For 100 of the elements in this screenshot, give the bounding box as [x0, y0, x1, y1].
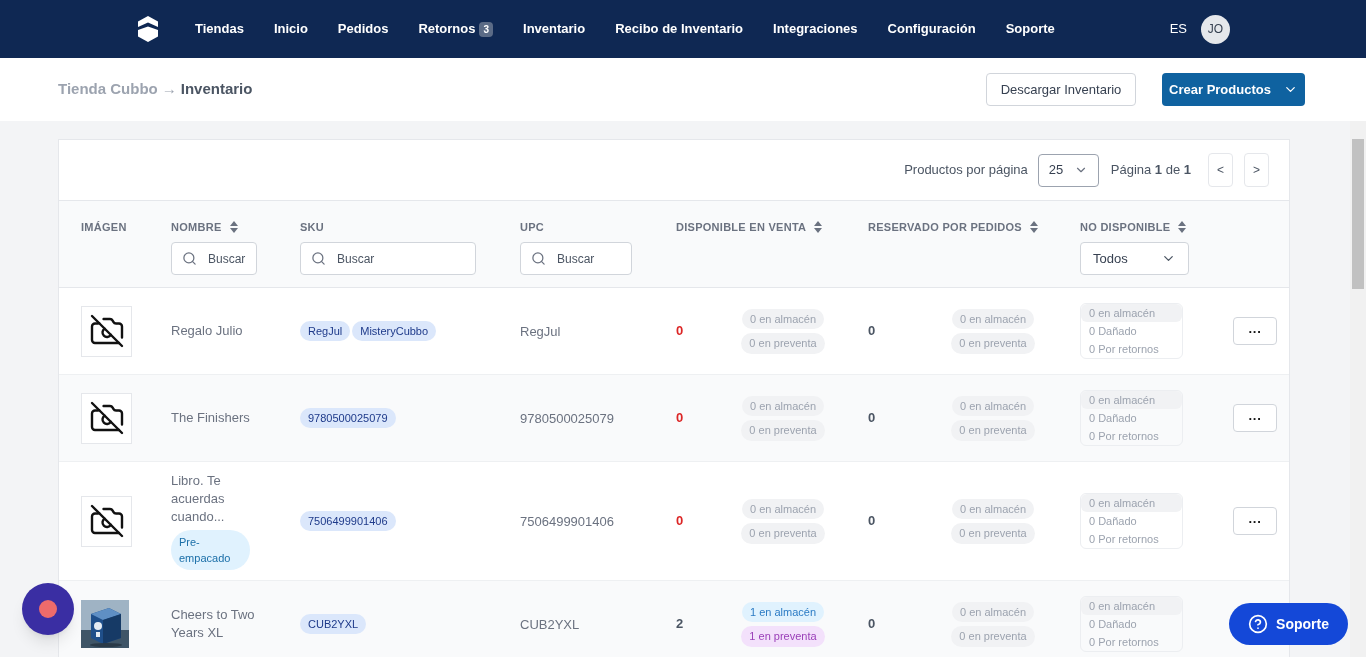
- support-button[interactable]: Soporte: [1229, 603, 1348, 645]
- unavailable-line: 0 en almacén: [1081, 597, 1182, 615]
- available-count: 2: [676, 615, 685, 634]
- camera-off-icon: [88, 503, 125, 539]
- reserved-count: 0: [868, 512, 877, 531]
- sort-icon[interactable]: [814, 221, 823, 233]
- stock-pill: 1 en almacén: [741, 601, 824, 622]
- count-badge: 3: [479, 21, 494, 37]
- next-page-button[interactable]: >: [1244, 153, 1269, 187]
- record-button[interactable]: [22, 583, 74, 635]
- stock-pill: 0 en preventa: [741, 420, 825, 441]
- per-page-label: Productos por página: [904, 161, 1028, 180]
- upc-text: RegJul: [520, 324, 561, 339]
- unavailable-line: 0 Por retornos: [1088, 342, 1160, 357]
- available-count: 0: [676, 512, 685, 531]
- available-count: 0: [676, 322, 685, 341]
- unavailable-line: 0 Dañado: [1088, 617, 1138, 632]
- nav-link[interactable]: Soporte: [1005, 19, 1055, 39]
- unavailable-line: 0 en almacén: [1081, 391, 1182, 409]
- nav-link[interactable]: Integraciones: [773, 19, 858, 39]
- sku-tag: 7506499901406: [300, 510, 396, 532]
- user-avatar[interactable]: JO: [1201, 14, 1230, 44]
- nav-link[interactable]: Inventario: [523, 19, 586, 39]
- camera-off-icon: [88, 313, 125, 349]
- stock-pill: 0 en almacén: [951, 498, 1034, 519]
- upc-text: 9780500025079: [520, 411, 614, 426]
- unavailable-line: 0 Dañado: [1088, 514, 1138, 529]
- create-products-button[interactable]: Crear Productos: [1162, 73, 1305, 106]
- nav-link[interactable]: Recibo de Inventario: [615, 19, 744, 39]
- unavailable-line: 0 Por retornos: [1088, 635, 1160, 650]
- sku-tag: MisteryCubbo: [352, 320, 437, 342]
- language-selector[interactable]: ES: [1169, 19, 1187, 39]
- more-button[interactable]: ···: [1233, 507, 1277, 535]
- column-header: SKU: [300, 219, 325, 235]
- unavailable-line: 0 Dañado: [1088, 411, 1138, 426]
- nav-link[interactable]: Tiendas: [195, 19, 244, 39]
- sort-icon[interactable]: [1178, 221, 1187, 233]
- reserved-count: 0: [868, 322, 877, 341]
- stock-pill: 0 en preventa: [951, 626, 1035, 647]
- stock-pill: 1 en preventa: [741, 626, 825, 647]
- product-name: Regalo Julio: [171, 322, 243, 340]
- nav-link[interactable]: Pedidos: [337, 19, 389, 39]
- sort-icon[interactable]: [1029, 221, 1038, 233]
- scrollbar[interactable]: [1350, 121, 1366, 657]
- upc-text: CUB2YXL: [520, 617, 580, 632]
- stock-pill: 0 en preventa: [951, 420, 1035, 441]
- sort-icon[interactable]: [229, 221, 238, 233]
- search-field[interactable]: Buscar: [300, 242, 476, 275]
- breadcrumb-arrow: →: [161, 79, 177, 100]
- reserved-count: 0: [868, 409, 877, 428]
- product-name: Cheers to Two Years XL: [171, 606, 255, 642]
- search-field[interactable]: Buscar: [171, 242, 257, 275]
- nav-link[interactable]: Inicio: [273, 19, 308, 39]
- upc-text: 7506499901406: [520, 514, 614, 529]
- camera-off-icon: [88, 400, 125, 436]
- more-button[interactable]: ···: [1233, 404, 1277, 432]
- unavailable-line: 0 Por retornos: [1088, 532, 1160, 547]
- page-indicator: Página 1 de 1: [1110, 161, 1191, 180]
- stock-pill: 0 en almacén: [951, 308, 1034, 329]
- cube-logo[interactable]: [137, 16, 159, 42]
- search-icon: [531, 251, 546, 266]
- stock-pill: 0 en preventa: [741, 523, 825, 544]
- per-page-select[interactable]: 25: [1037, 153, 1099, 187]
- search-icon: [311, 251, 326, 266]
- nav-link[interactable]: Retornos 3: [418, 19, 494, 39]
- search-icon: [182, 251, 197, 266]
- column-header: UPC: [520, 219, 545, 235]
- stock-pill: 0 en preventa: [741, 333, 825, 354]
- column-header[interactable]: NOMBRE: [171, 218, 222, 236]
- unavailable-line: 0 en almacén: [1081, 494, 1182, 512]
- available-count: 0: [676, 409, 685, 428]
- sku-tag: RegJul: [300, 320, 351, 342]
- breadcrumb-current: Inventario: [180, 79, 253, 100]
- product-tag: Pre-empacado: [171, 530, 250, 570]
- column-header[interactable]: RESERVADO POR PEDIDOS: [868, 218, 1022, 236]
- download-button[interactable]: Descargar Inventario: [986, 73, 1136, 106]
- stock-pill: 0 en almacén: [741, 308, 824, 329]
- more-button[interactable]: ···: [1233, 317, 1277, 345]
- stock-pill: 0 en almacén: [951, 395, 1034, 416]
- stock-pill: 0 en almacén: [741, 498, 824, 519]
- filter-select[interactable]: Todos: [1080, 242, 1189, 275]
- column-header[interactable]: NO DISPONIBLE: [1080, 218, 1171, 236]
- prev-page-button[interactable]: <: [1208, 153, 1233, 187]
- column-header[interactable]: DISPONIBLE EN VENTA: [676, 218, 807, 236]
- column-header: IMÁGEN: [81, 219, 127, 235]
- sku-tag: 9780500025079: [300, 407, 396, 429]
- stock-pill: 0 en almacén: [951, 601, 1034, 622]
- reserved-count: 0: [868, 615, 877, 634]
- product-name: Libro. Te acuerdas cuando...: [171, 472, 226, 526]
- help-icon: [1248, 614, 1269, 634]
- stock-pill: 0 en almacén: [741, 395, 824, 416]
- stock-pill: 0 en preventa: [951, 333, 1035, 354]
- product-name: The Finishers: [171, 409, 250, 427]
- unavailable-line: 0 Dañado: [1088, 324, 1138, 339]
- nav-link[interactable]: Configuración: [887, 19, 976, 39]
- stock-pill: 0 en preventa: [951, 523, 1035, 544]
- search-field[interactable]: Buscar: [520, 242, 632, 275]
- unavailable-line: 0 en almacén: [1081, 304, 1182, 322]
- sku-tag: CUB2YXL: [300, 613, 367, 635]
- unavailable-line: 0 Por retornos: [1088, 429, 1160, 444]
